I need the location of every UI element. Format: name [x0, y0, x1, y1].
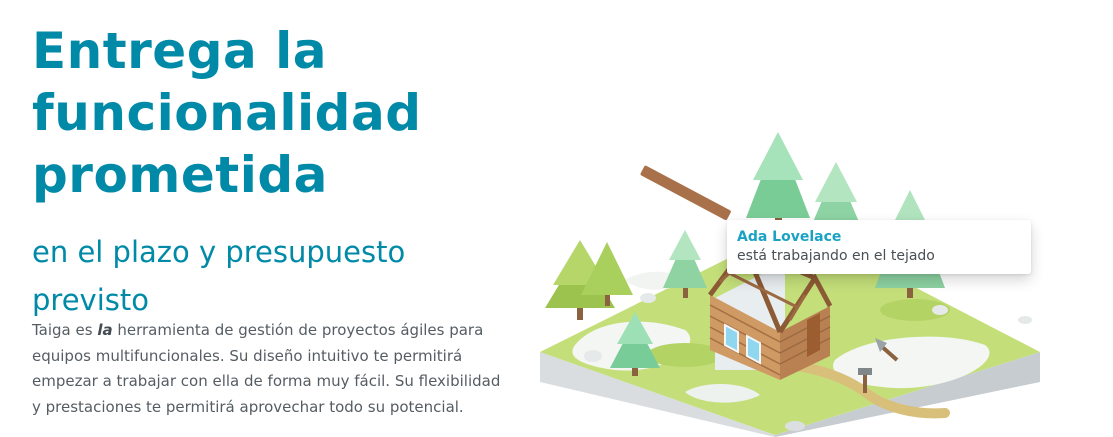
hero-description: Taiga es la herramienta de gestión de pr… — [32, 318, 512, 420]
tooltip-user-name: Ada Lovelace — [737, 229, 842, 245]
cabin-construction-illustration — [540, 132, 1040, 437]
description-emphasis: la — [97, 321, 113, 339]
hero-subtitle: en el plazo y presupuesto previsto — [32, 235, 406, 317]
description-intro: Taiga es — [32, 321, 98, 339]
activity-tooltip: Ada Lovelace está trabajando en el tejad… — [727, 220, 1031, 274]
tooltip-status-text: está trabajando en el tejado — [737, 248, 935, 264]
hero-title: Entrega la funcionalidad prometida — [32, 22, 422, 204]
